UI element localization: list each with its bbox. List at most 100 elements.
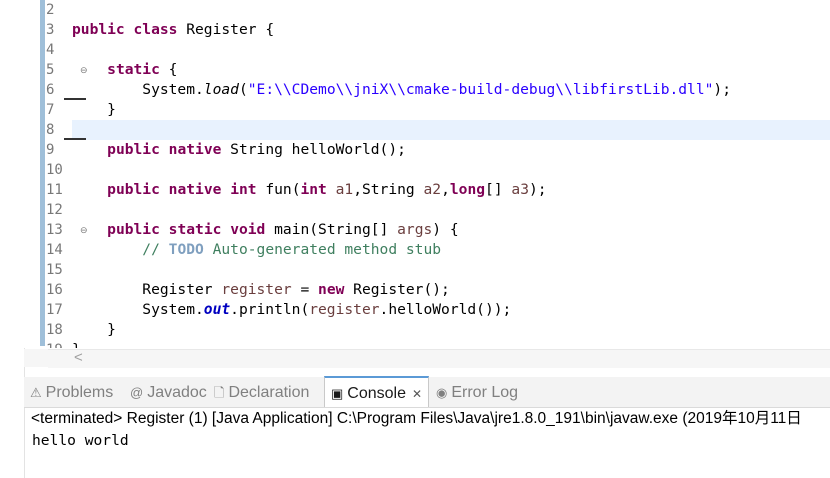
code-token: register: [309, 301, 380, 318]
tab-problems[interactable]: ⚠ Problems: [30, 377, 113, 407]
code-token: ,String: [353, 181, 424, 198]
code-token: String helloWorld();: [221, 141, 406, 158]
code-token: .println(: [230, 301, 310, 318]
code-token: );: [528, 181, 547, 198]
gutter-bottom: [24, 349, 48, 367]
tab-label: Javadoc: [147, 384, 207, 401]
javadoc-icon: @: [130, 385, 144, 400]
code-line[interactable]: public class Register {: [72, 20, 274, 40]
code-token: []: [485, 181, 512, 198]
code-token: {: [159, 61, 178, 78]
code-token: public: [107, 221, 160, 238]
code-token: class: [133, 21, 178, 38]
problems-icon: ⚠: [30, 385, 42, 400]
code-token: System.: [72, 81, 204, 98]
code-token: main(String[]: [265, 221, 398, 238]
views-tab-bar: ⚠ Problems @ Javadoc 🗋 Declaration ▣ Console ✕ ◉ E…: [24, 376, 830, 408]
code-token: a1: [335, 181, 354, 198]
code-token: args: [397, 221, 433, 238]
tab-label: Declaration: [228, 384, 310, 401]
code-token: Register();: [344, 281, 450, 298]
console-icon: ▣: [331, 386, 344, 401]
code-token: }: [72, 101, 116, 118]
tab-javadoc[interactable]: @ Javadoc: [130, 377, 207, 407]
code-token: void: [230, 221, 266, 238]
tab-console[interactable]: ▣ Console ✕: [324, 376, 430, 407]
tab-error-log[interactable]: ◉ Error Log: [436, 377, 518, 407]
code-token: }: [72, 341, 81, 348]
code-line[interactable]: public static void main(String[] args) {: [72, 220, 459, 240]
code-line[interactable]: static {: [72, 60, 177, 80]
code-token: native: [168, 141, 222, 158]
code-token: TODO: [168, 241, 204, 258]
code-line[interactable]: Register register = new Register();: [72, 280, 450, 300]
tab-label: Console: [347, 385, 406, 402]
code-token: new: [318, 281, 345, 298]
line-number: 12: [46, 202, 63, 218]
code-line[interactable]: System.out.println(register.helloWorld()…: [72, 300, 511, 320]
left-panel-strip: [0, 0, 25, 478]
code-token: "E:\\CDemo\\jniX\\cmake-build-debug\\lib…: [247, 81, 714, 98]
code-line[interactable]: public native String helloWorld();: [72, 140, 406, 160]
code-token: fun(: [256, 181, 301, 198]
close-icon[interactable]: ✕: [412, 387, 422, 401]
line-number: 2: [46, 2, 55, 18]
line-number: 15: [46, 262, 63, 278]
code-line[interactable]: }: [72, 320, 116, 340]
line-number: 4: [46, 42, 55, 58]
console-status-line: <terminated> Register (1) [Java Applicat…: [31, 410, 802, 427]
code-token: );: [713, 81, 731, 98]
overview-ruler[interactable]: [40, 0, 45, 346]
code-token: static: [107, 61, 160, 78]
code-token: ) {: [432, 221, 459, 238]
code-token: int: [300, 181, 327, 198]
declaration-icon: 🗋: [214, 385, 225, 400]
code-token: Register: [72, 281, 222, 298]
code-line[interactable]: public native int fun(int a1,String a2,l…: [72, 180, 547, 200]
current-line-highlight: [72, 120, 830, 140]
code-token: Auto-generated method stub: [203, 241, 442, 258]
tab-label: Problems: [45, 384, 114, 401]
line-number: 10: [46, 162, 63, 178]
code-token: int: [230, 181, 257, 198]
code-editor[interactable]: 2345⊖678910111213⊖141516171819 public cl…: [24, 0, 830, 348]
code-token: //: [142, 241, 169, 258]
code-line[interactable]: // TODO Auto-generated method stub: [72, 240, 441, 260]
code-token: public: [107, 141, 160, 158]
code-line[interactable]: }: [72, 340, 81, 348]
scroll-left-arrow-icon[interactable]: <: [74, 349, 83, 366]
code-token: System.: [72, 301, 204, 318]
code-token: long: [449, 181, 486, 198]
code-token: .helloWorld());: [379, 301, 512, 318]
tab-declaration[interactable]: 🗋 Declaration: [214, 377, 309, 407]
code-token: public: [72, 21, 125, 38]
code-line[interactable]: System.load("E:\\CDemo\\jniX\\cmake-buil…: [72, 80, 731, 100]
code-token: a3: [511, 181, 529, 198]
code-token: load: [203, 81, 239, 98]
code-token: Register {: [177, 21, 275, 38]
code-line[interactable]: }: [72, 100, 116, 120]
code-token: public: [107, 181, 160, 198]
code-token: register: [221, 281, 292, 298]
code-token: static: [168, 221, 222, 238]
tab-label: Error Log: [451, 384, 519, 401]
horizontal-scrollbar[interactable]: <: [48, 349, 830, 368]
code-token: ,: [441, 181, 450, 198]
line-number: 8: [46, 122, 55, 138]
code-token: a2: [423, 181, 442, 198]
code-token: =: [291, 281, 319, 298]
error-log-icon: ◉: [436, 385, 448, 400]
code-token: (: [238, 81, 248, 98]
code-token: out: [203, 301, 231, 318]
